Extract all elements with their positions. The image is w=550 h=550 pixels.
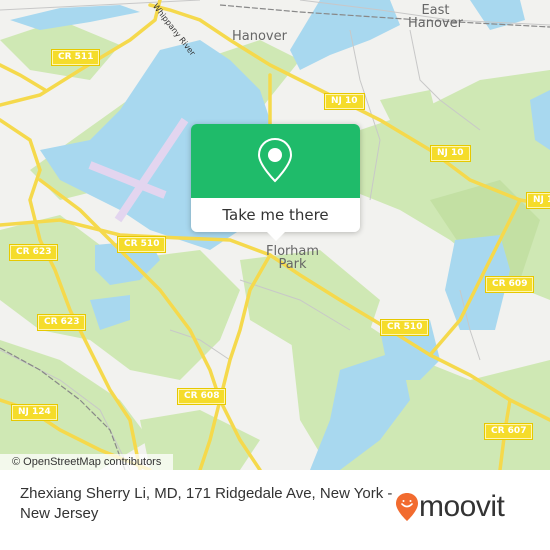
place-label-florham-park: Florham Park [266,245,319,271]
moovit-wordmark: moovit [419,490,505,523]
road-shield-nj-10: NJ 10 [324,93,365,110]
road-shield-nj-124: NJ 124 [11,404,58,421]
road-shield-cr-510: CR 510 [379,319,430,336]
road-shield-cr-623: CR 623 [36,314,87,331]
footer: Zhexiang Sherry Li, MD, 171 Ridgedale Av… [0,470,550,550]
take-me-there-label: Take me there [222,206,329,224]
road-shield-cr-609: CR 609 [484,276,535,293]
place-label-florham-park-line2: Park [278,257,307,272]
place-label-hanover: Hanover [232,29,287,44]
road-shield-cr-510: CR 510 [116,236,167,253]
moovit-pin-icon [396,493,418,521]
location-title: Zhexiang Sherry Li, MD, 171 Ridgedale Av… [20,485,393,522]
place-label-east-hanover: East Hanover [408,4,463,30]
map[interactable]: Hanover East Hanover Florham Park Whippa… [0,0,550,470]
popup-pointer [267,232,285,241]
map-pin-icon [257,137,293,183]
road-shield-cr-607: CR 607 [483,423,534,440]
road-shield-nj-10: NJ 10 [430,145,471,162]
popup-header [191,124,360,198]
moovit-logo[interactable]: moovit [395,490,505,523]
road-shield-nj-10: NJ 10 [526,192,550,209]
take-me-there-button[interactable]: Take me there [191,198,360,232]
place-label-east-hanover-line2: Hanover [408,16,463,31]
map-attribution[interactable]: © OpenStreetMap contributors [0,454,174,470]
location-popup: Take me there [191,124,360,241]
road-shield-cr-608: CR 608 [176,388,227,405]
road-shield-cr-623: CR 623 [8,244,59,261]
road-shield-cr-511: CR 511 [50,49,101,66]
